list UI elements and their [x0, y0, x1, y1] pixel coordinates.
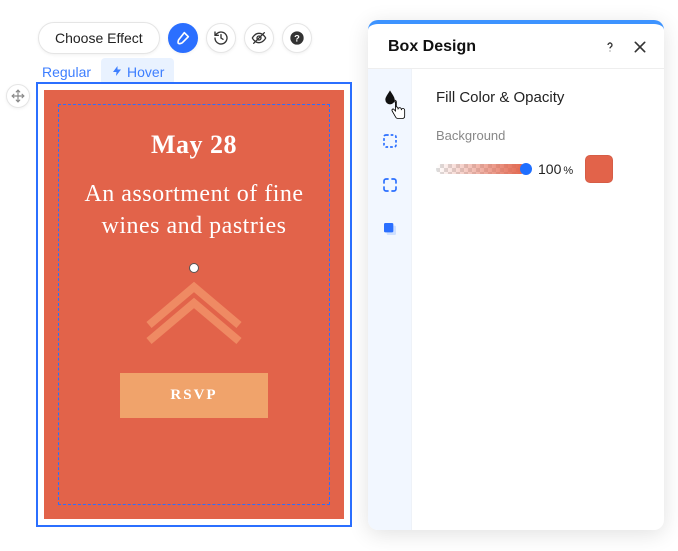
selected-box[interactable]: May 28 An assortment of fine wines and p… — [36, 82, 352, 527]
history-icon — [213, 30, 229, 46]
move-handle[interactable] — [6, 84, 30, 108]
choose-effect-button[interactable]: Choose Effect — [38, 22, 160, 54]
drop-icon — [382, 88, 398, 106]
panel-header: Box Design — [368, 24, 664, 69]
history-icon-button[interactable] — [206, 23, 236, 53]
dashed-square-icon — [382, 133, 398, 149]
panel-content: Fill Color & Opacity Background 100 % — [412, 69, 664, 530]
tab-hover-label: Hover — [127, 64, 164, 80]
side-tab-border[interactable] — [378, 129, 402, 153]
opacity-slider-fill — [436, 164, 526, 174]
opacity-slider-thumb[interactable] — [520, 163, 532, 175]
section-title: Fill Color & Opacity — [436, 89, 644, 106]
paintbrush-icon — [175, 30, 191, 46]
question-icon: ? — [289, 30, 305, 46]
chevron-up-icon — [139, 269, 249, 345]
opacity-unit: % — [563, 165, 573, 177]
opacity-slider[interactable] — [436, 164, 526, 174]
description-text[interactable]: An assortment of fine wines and pastries — [66, 178, 322, 243]
background-label: Background — [436, 128, 644, 143]
opacity-value: 100 % — [538, 161, 573, 177]
opacity-row: 100 % — [436, 155, 644, 183]
panel-title: Box Design — [388, 38, 476, 56]
side-tab-shadow[interactable] — [378, 217, 402, 241]
shadow-icon — [382, 221, 398, 237]
chevron-decoration[interactable] — [139, 269, 249, 345]
date-text[interactable]: May 28 — [151, 130, 237, 160]
box-design-panel: Box Design — [368, 20, 664, 530]
panel-help-icon[interactable] — [602, 39, 618, 55]
svg-text:?: ? — [294, 33, 300, 43]
close-icon[interactable] — [632, 39, 648, 55]
side-tab-corners[interactable] — [378, 173, 402, 197]
help-icon-button[interactable]: ? — [282, 23, 312, 53]
toolbar: Choose Effect ? — [38, 22, 312, 54]
panel-body: Fill Color & Opacity Background 100 % — [368, 69, 664, 530]
box-canvas: May 28 An assortment of fine wines and p… — [44, 90, 344, 519]
design-icon-button[interactable] — [168, 23, 198, 53]
corners-icon — [382, 177, 398, 193]
rotate-handle[interactable] — [189, 263, 199, 273]
opacity-number: 100 — [538, 161, 561, 177]
background-color-swatch[interactable] — [585, 155, 613, 183]
move-icon — [11, 89, 25, 103]
side-tab-fill[interactable] — [378, 85, 402, 109]
panel-side-tabs — [368, 69, 412, 530]
lightning-icon — [111, 64, 123, 80]
rsvp-button[interactable]: RSVP — [120, 373, 267, 418]
visibility-icon-button[interactable] — [244, 23, 274, 53]
eye-off-icon — [251, 30, 267, 46]
